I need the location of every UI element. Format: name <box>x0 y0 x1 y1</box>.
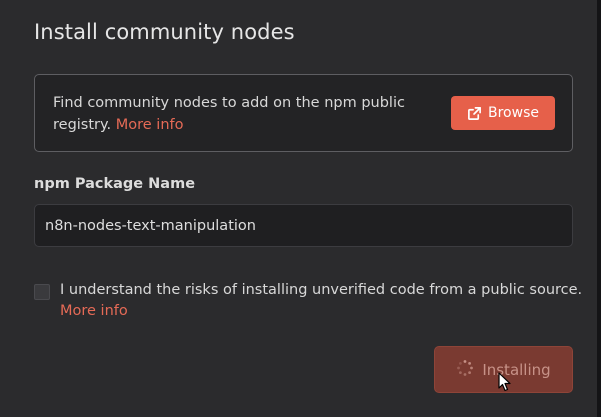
info-text: Find community nodes to add on the npm p… <box>53 95 405 133</box>
spinner-icon <box>456 359 474 381</box>
install-community-nodes-dialog: Install community nodes Find community n… <box>0 0 597 417</box>
browse-button[interactable]: Browse <box>451 96 555 130</box>
dialog-title: Install community nodes <box>34 20 295 44</box>
browse-button-label: Browse <box>488 105 539 121</box>
package-name-input[interactable] <box>34 204 573 247</box>
risk-acknowledge-checkbox[interactable] <box>34 284 50 300</box>
risk-text-block: I understand the risks of installing unv… <box>60 280 585 322</box>
risk-more-info-link[interactable]: More info <box>60 301 585 322</box>
install-button-label: Installing <box>482 360 551 379</box>
info-text-block: Find community nodes to add on the npm p… <box>53 92 453 136</box>
mouse-cursor-icon <box>498 372 512 392</box>
package-name-label: npm Package Name <box>34 176 196 192</box>
info-callout: Find community nodes to add on the npm p… <box>34 74 573 152</box>
dialog-right-edge <box>597 0 601 417</box>
screen: Install community nodes Find community n… <box>0 0 601 417</box>
external-link-icon <box>467 106 482 121</box>
risk-text: I understand the risks of installing unv… <box>60 282 583 298</box>
info-more-info-link[interactable]: More info <box>116 117 184 133</box>
